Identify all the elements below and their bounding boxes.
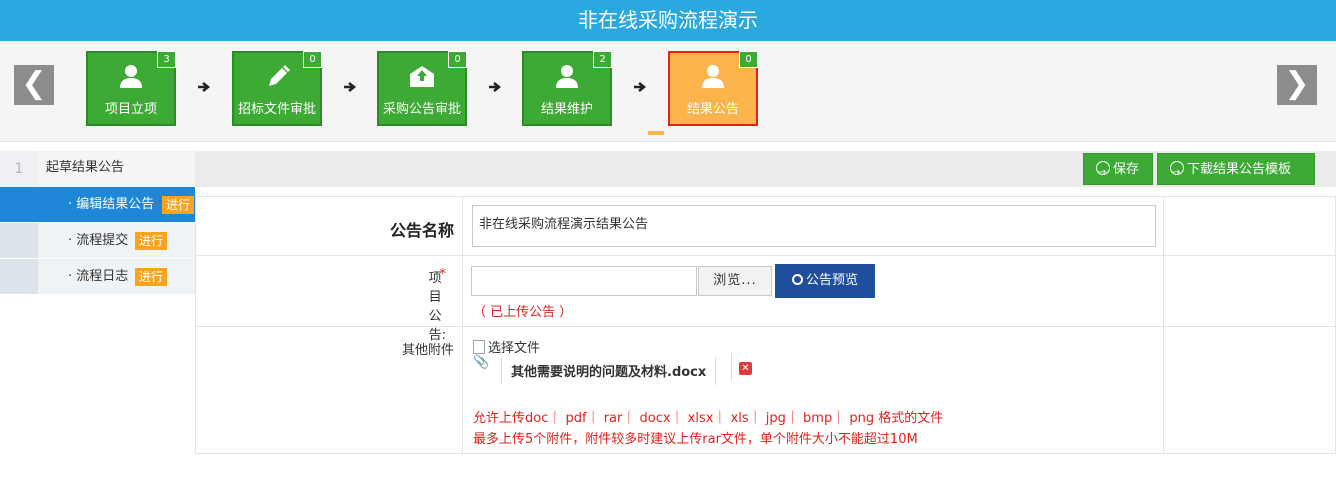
status-badge: 进行 — [135, 232, 168, 250]
file-icon — [473, 340, 485, 354]
delete-attachment-button[interactable]: ✕ — [731, 353, 759, 381]
step-count-badge: 2 — [593, 51, 612, 68]
allowed-types-hint: 允许上传doc｜ pdf｜ rar｜ docx｜ xlsx｜ xls｜ jpg｜… — [473, 411, 944, 426]
step-label: 结果公告 — [686, 102, 739, 117]
prev-arrow-button[interactable]: ❮ — [14, 65, 54, 105]
form-row-notice-name: 公告名称 非在线采购流程演示结果公告 — [196, 197, 1335, 256]
preview-icon — [791, 274, 803, 285]
arrow-right-icon — [198, 82, 211, 92]
status-badge: 进行 — [135, 268, 168, 286]
step-count-badge: 0 — [739, 51, 758, 68]
step-purchase-notice-approval[interactable]: 0 采购公告审批 — [377, 51, 467, 126]
notice-preview-button[interactable]: 公告预览 — [775, 264, 875, 298]
arrow-right-icon — [634, 82, 647, 92]
page-title: 非在线采购流程演示 — [0, 0, 1336, 41]
arrow-right-icon — [344, 82, 357, 92]
uploaded-status: （ 已上传公告 ） — [473, 305, 573, 320]
circle-arrow-icon — [1096, 157, 1110, 189]
circle-arrow-icon — [1170, 157, 1184, 189]
other-attachments-label: 其他附件 — [401, 343, 454, 358]
notice-name-label: 公告名称 — [389, 221, 454, 240]
user-icon — [120, 65, 142, 88]
status-badge: 进行 — [162, 196, 195, 214]
form-row-other-attachments: 其他附件 选择文件 📎 其他需要说明的问题及材料.docx ✕ 允许上传doc｜… — [196, 327, 1335, 454]
sidebar-item-label: · 编辑结果公告 — [68, 197, 155, 212]
step-project-approval[interactable]: 3 项目立项 — [86, 51, 176, 126]
notice-name-field[interactable]: 非在线采购流程演示结果公告 — [472, 205, 1156, 247]
stage-title: 起草结果公告 — [46, 160, 125, 175]
step-count-badge: 0 — [448, 51, 467, 68]
paperclip-icon: 📎 — [473, 355, 490, 370]
sidebar-item-process-submit[interactable]: · 流程提交 进行 — [0, 223, 195, 258]
attachment-filename: 其他需要说明的问题及材料.docx — [501, 357, 717, 385]
user-icon — [702, 65, 724, 88]
stage-number: 1 — [0, 151, 38, 187]
envelope-upload-icon — [410, 66, 434, 87]
pencil-icon — [269, 65, 290, 86]
upload-limit-hint: 最多上传5个附件，附件较多时建议上传rar文件，单个附件大小不能超过10M — [473, 432, 918, 447]
user-icon — [556, 65, 578, 88]
step-label: 招标文件审批 — [237, 102, 316, 117]
result-notice-form: 公告名称 非在线采购流程演示结果公告 * 项目公告: 浏览... 公告预览 （ 已… — [195, 196, 1336, 454]
step-label: 项目立项 — [104, 102, 157, 117]
arrow-right-icon — [489, 82, 502, 92]
close-icon: ✕ — [739, 362, 752, 375]
step-result-announcement[interactable]: 0 结果公告 — [668, 51, 758, 126]
save-button[interactable]: 保存 — [1083, 153, 1153, 189]
sidebar-item-label: · 流程提交 — [68, 233, 129, 248]
choose-file-button[interactable]: 选择文件 — [473, 337, 540, 356]
form-row-project-notice: * 项目公告: 浏览... 公告预览 （ 已上传公告 ） — [196, 256, 1335, 343]
download-template-button[interactable]: 下载结果公告模板 — [1157, 153, 1315, 189]
sidebar-stage-header: 1 起草结果公告 — [0, 151, 195, 187]
step-count-badge: 3 — [157, 51, 176, 68]
toolbar: 保存 下载结果公告模板 — [195, 151, 1336, 189]
step-tender-doc-approval[interactable]: 0 招标文件审批 — [232, 51, 322, 126]
browse-button[interactable]: 浏览... — [698, 266, 772, 296]
next-arrow-button[interactable]: ❯ — [1277, 65, 1317, 105]
sidebar-item-edit-result-notice[interactable]: · 编辑结果公告 进行 — [0, 187, 195, 222]
sidebar-item-label: · 流程日志 — [68, 269, 129, 284]
project-notice-file-input[interactable] — [471, 266, 697, 296]
step-count-badge: 0 — [303, 51, 322, 68]
step-result-maintenance[interactable]: 2 结果维护 — [522, 51, 612, 126]
step-label: 结果维护 — [540, 102, 593, 117]
sidebar-item-process-log[interactable]: · 流程日志 进行 — [0, 259, 195, 294]
active-step-indicator — [648, 131, 664, 135]
step-label: 采购公告审批 — [382, 102, 461, 117]
